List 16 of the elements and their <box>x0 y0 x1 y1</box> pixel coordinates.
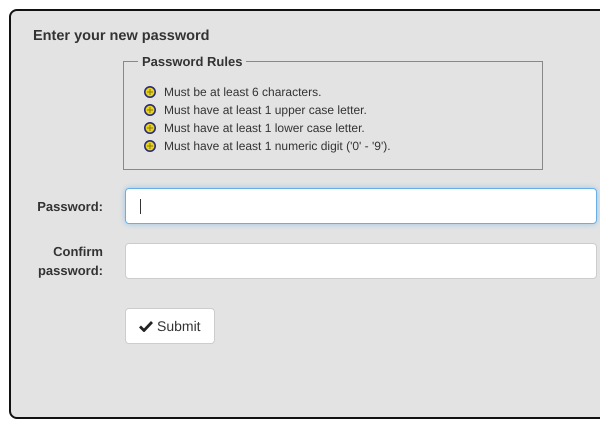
field-label: Confirm password: <box>36 243 103 280</box>
rules-legend: Password Rules <box>138 54 246 69</box>
bullet-icon <box>144 122 156 134</box>
password-field[interactable] <box>125 188 597 224</box>
form-title: Enter your new password <box>33 28 210 44</box>
bullet-icon <box>144 140 156 152</box>
field-label: Password: <box>36 198 103 216</box>
rule-text: Must have at least 1 numeric digit ('0' - '9'). <box>164 139 391 153</box>
rule-text: Must be at least 6 characters. <box>164 85 322 99</box>
password-field[interactable] <box>125 243 597 279</box>
bullet-icon <box>144 86 156 98</box>
rule-text: Must have at least 1 upper case letter. <box>164 103 367 117</box>
rule-text: Must have at least 1 lower case letter. <box>164 121 365 135</box>
bullet-icon <box>144 104 156 116</box>
check-icon <box>139 320 153 332</box>
submit-button[interactable]: Submit <box>125 308 215 344</box>
